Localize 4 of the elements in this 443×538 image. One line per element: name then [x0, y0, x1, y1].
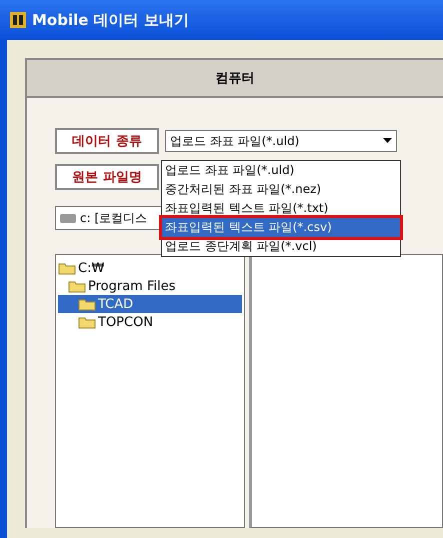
field-label: 원본 파일명: [55, 164, 159, 190]
field-label: 데이터 종류: [55, 128, 159, 154]
window-title: Mobile 데이터 보내기: [32, 10, 189, 30]
panel-title: 컴퓨터: [27, 60, 443, 98]
